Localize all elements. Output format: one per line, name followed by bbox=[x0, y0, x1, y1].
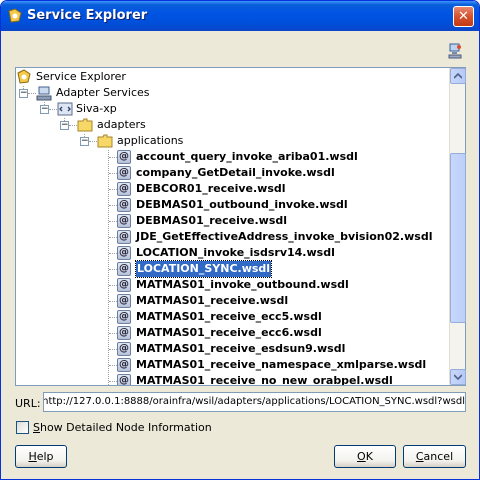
tree-node-wsdl-file[interactable]: MATMAS01_invoke_outbound.wsdl bbox=[136, 277, 349, 293]
tree-node-wsdl-file[interactable]: MATMAS01_receive_namespace_xmlparse.wsdl bbox=[136, 357, 426, 373]
tree-node-wsdl-file[interactable]: DEBCOR01_receive.wsdl bbox=[136, 181, 286, 197]
arrow-up-icon bbox=[454, 73, 462, 79]
wsdl-file-icon: @ bbox=[117, 342, 131, 356]
tree-line bbox=[109, 237, 117, 238]
host-icon bbox=[57, 102, 73, 116]
collapse-icon[interactable]: − bbox=[80, 137, 89, 146]
wsdl-file-icon: @ bbox=[117, 262, 131, 276]
tree-line bbox=[109, 253, 117, 254]
wsdl-file-icon: @ bbox=[117, 358, 131, 372]
help-button[interactable]: Help bbox=[15, 445, 67, 468]
tree-node-wsdl-file[interactable]: company_GetDetail_invoke.wsdl bbox=[136, 165, 335, 181]
show-detail-text: how Detailed Node Information bbox=[39, 421, 212, 434]
show-detail-mnemonic: S bbox=[33, 421, 40, 434]
tree-node-wsdl-file[interactable]: MATMAS01_receive_no_new_orabpel.wsdl bbox=[136, 373, 393, 385]
refresh-network-icon[interactable] bbox=[447, 43, 463, 59]
tree-node-wsdl-file[interactable]: MATMAS01_receive_esdsun9.wsdl bbox=[136, 341, 345, 357]
tree-line bbox=[109, 285, 117, 286]
title-bar[interactable]: Service Explorer ✕ bbox=[1, 1, 479, 31]
tree-node-root[interactable]: Service Explorer bbox=[36, 69, 126, 85]
scroll-up-button[interactable] bbox=[450, 68, 466, 84]
wsdl-file-icon: @ bbox=[117, 326, 131, 340]
wsdl-file-icon: @ bbox=[117, 198, 131, 212]
wsdl-file-icon: @ bbox=[117, 214, 131, 228]
tree-node-host[interactable]: Siva-xp bbox=[76, 101, 117, 117]
ok-mnemonic: O bbox=[357, 450, 366, 463]
tree-node-wsdl-file[interactable]: MATMAS01_receive_ecc5.wsdl bbox=[136, 309, 322, 325]
wsdl-file-icon: @ bbox=[117, 278, 131, 292]
show-detail-label[interactable]: Show Detailed Node Information bbox=[33, 421, 212, 434]
wsdl-file-icon: @ bbox=[117, 182, 131, 196]
tree-node-wsdl-file[interactable]: LOCATION_invoke_isdsrv14.wsdl bbox=[136, 245, 335, 261]
service-explorer-root-icon bbox=[17, 69, 31, 84]
tree-node-adapter-services[interactable]: Adapter Services bbox=[56, 85, 150, 101]
wsdl-file-icon: @ bbox=[117, 166, 131, 180]
tree-node-wsdl-file[interactable]: MATMAS01_receive_ecc6.wsdl bbox=[136, 325, 322, 341]
wsdl-file-icon: @ bbox=[117, 294, 131, 308]
tree-line bbox=[109, 381, 117, 382]
tree-content: Service Explorer − Adapter Services − Si… bbox=[16, 68, 450, 385]
tree-node-adapters[interactable]: adapters bbox=[97, 117, 146, 133]
window-title: Service Explorer bbox=[27, 8, 148, 23]
url-field[interactable]: http://127.0.0.1:8888/orainfra/wsil/adap… bbox=[43, 392, 466, 412]
show-detail-checkbox[interactable] bbox=[16, 421, 29, 434]
cancel-button[interactable]: Cancel bbox=[403, 445, 466, 468]
tree-line bbox=[69, 125, 77, 126]
wsdl-file-icon: @ bbox=[117, 230, 131, 244]
tree-line bbox=[109, 173, 117, 174]
tree-line bbox=[28, 93, 36, 94]
tree-line bbox=[109, 349, 117, 350]
scroll-thumb[interactable] bbox=[450, 153, 466, 323]
tree-line bbox=[109, 301, 117, 302]
tree-line bbox=[109, 365, 117, 366]
tree-node-wsdl-file[interactable]: JDE_GetEffectiveAddress_invoke_bvision02… bbox=[136, 229, 432, 245]
tree-node-wsdl-file[interactable]: LOCATION_SYNC.wsdl bbox=[134, 260, 273, 278]
help-label: elp bbox=[36, 450, 54, 463]
service-tree[interactable]: Service Explorer − Adapter Services − Si… bbox=[15, 67, 466, 386]
collapse-icon[interactable]: − bbox=[60, 121, 69, 130]
tree-node-wsdl-file[interactable]: MATMAS01_receive.wsdl bbox=[136, 293, 288, 309]
folder-icon bbox=[77, 118, 93, 132]
tree-line bbox=[109, 221, 117, 222]
tree-line bbox=[109, 317, 117, 318]
wsdl-file-icon: @ bbox=[117, 374, 131, 385]
ok-button[interactable]: OK bbox=[334, 445, 396, 468]
service-explorer-dialog: Service Explorer ✕ Service Explorer − Ad… bbox=[0, 0, 480, 480]
tree-line bbox=[89, 141, 97, 142]
help-mnemonic: H bbox=[28, 450, 37, 463]
tree-node-wsdl-file[interactable]: DEBMAS01_outbound_invoke.wsdl bbox=[136, 197, 348, 213]
collapse-icon[interactable]: − bbox=[19, 89, 28, 98]
service-explorer-icon bbox=[8, 8, 22, 23]
arrow-down-icon bbox=[454, 374, 462, 380]
wsdl-file-icon: @ bbox=[117, 150, 131, 164]
cancel-mnemonic: C bbox=[415, 450, 424, 463]
vertical-scrollbar[interactable] bbox=[449, 68, 466, 385]
adapter-services-icon bbox=[36, 86, 52, 101]
tree-line bbox=[109, 189, 117, 190]
wsdl-file-icon: @ bbox=[117, 246, 131, 260]
tree-line bbox=[109, 269, 117, 270]
ok-label: K bbox=[365, 450, 373, 463]
tree-line bbox=[109, 333, 117, 334]
url-label: URL: bbox=[15, 397, 41, 410]
tree-line bbox=[109, 205, 117, 206]
collapse-icon[interactable]: − bbox=[40, 105, 49, 114]
cancel-label: ancel bbox=[423, 450, 454, 463]
folder-open-icon bbox=[97, 134, 113, 148]
wsdl-file-icon: @ bbox=[117, 310, 131, 324]
close-button[interactable]: ✕ bbox=[453, 6, 474, 27]
tree-node-wsdl-file[interactable]: DEBMAS01_receive.wsdl bbox=[136, 213, 287, 229]
tree-node-wsdl-file[interactable]: account_query_invoke_ariba01.wsdl bbox=[136, 149, 358, 165]
tree-line bbox=[49, 109, 57, 110]
tree-line bbox=[109, 157, 117, 158]
url-value: http://127.0.0.1:8888/orainfra/wsil/adap… bbox=[43, 396, 465, 407]
tree-node-applications[interactable]: applications bbox=[117, 133, 183, 149]
close-icon: ✕ bbox=[458, 9, 469, 24]
scroll-down-button[interactable] bbox=[450, 369, 466, 385]
